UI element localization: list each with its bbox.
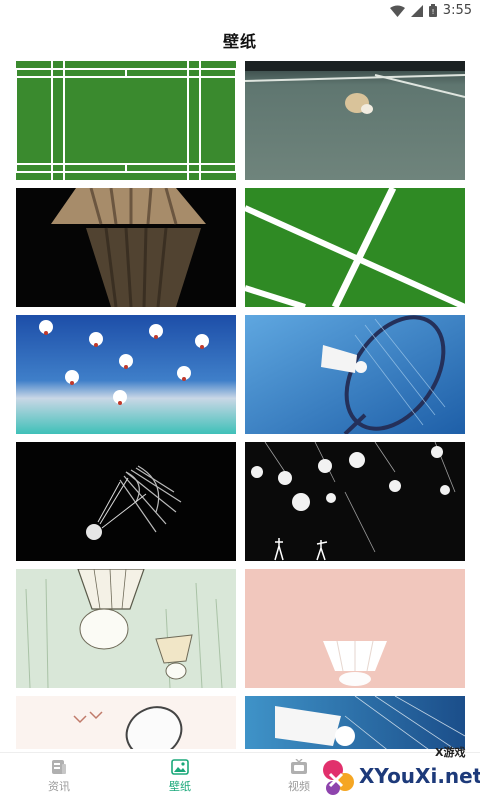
wallpaper-tile[interactable] bbox=[245, 442, 465, 561]
wallpaper-falling-shuttles bbox=[245, 442, 465, 561]
battery-icon: ! bbox=[428, 4, 437, 17]
wallpaper-shuttle-pink bbox=[245, 569, 465, 688]
wallpaper-tile[interactable] bbox=[16, 442, 236, 561]
wallpaper-glowing-shuttle bbox=[16, 442, 236, 561]
status-time: 3:55 bbox=[442, 3, 472, 18]
wallpaper-tile[interactable] bbox=[16, 569, 236, 688]
page-title: 壁纸 bbox=[222, 32, 257, 51]
wallpaper-tile[interactable] bbox=[245, 188, 465, 307]
wallpaper-tile[interactable] bbox=[245, 569, 465, 688]
wifi-icon bbox=[389, 5, 405, 17]
wallpaper-court-lines bbox=[245, 188, 465, 307]
watermark-logo: X游戏 XYouXi.net bbox=[305, 738, 480, 800]
status-bar: ! 3:55 bbox=[0, 0, 480, 22]
wallpaper-tile[interactable] bbox=[16, 188, 236, 307]
image-icon bbox=[170, 759, 190, 775]
wallpaper-grid bbox=[16, 61, 465, 749]
wallpaper-tile[interactable] bbox=[16, 61, 236, 180]
wallpaper-tile[interactable] bbox=[16, 315, 236, 434]
wallpaper-illustrated-shuttles bbox=[16, 569, 236, 688]
wallpaper-shuttle-reflection bbox=[16, 188, 236, 307]
wallpaper-racket-shuttle-blue bbox=[245, 315, 465, 434]
wallpaper-tile[interactable] bbox=[16, 696, 236, 749]
wallpaper-tile[interactable] bbox=[245, 315, 465, 434]
news-icon bbox=[49, 759, 69, 775]
svg-text:!: ! bbox=[431, 8, 434, 16]
wallpaper-court-top-view bbox=[16, 61, 236, 180]
nav-item-wallpaper[interactable]: 壁纸 bbox=[135, 759, 225, 794]
nav-label-wallpaper: 壁纸 bbox=[169, 780, 191, 793]
svg-text:X游戏: X游戏 bbox=[435, 745, 465, 759]
signal-icon bbox=[410, 4, 423, 17]
wallpaper-tile[interactable] bbox=[245, 61, 465, 180]
nav-label-news: 资讯 bbox=[48, 780, 70, 793]
wallpaper-shuttles-arena bbox=[16, 315, 236, 434]
nav-item-news[interactable]: 资讯 bbox=[14, 759, 104, 794]
svg-text:XYouXi.net: XYouXi.net bbox=[359, 764, 480, 788]
wallpaper-racket-birds bbox=[16, 696, 236, 749]
wallpaper-shuttle-on-court bbox=[245, 61, 465, 180]
